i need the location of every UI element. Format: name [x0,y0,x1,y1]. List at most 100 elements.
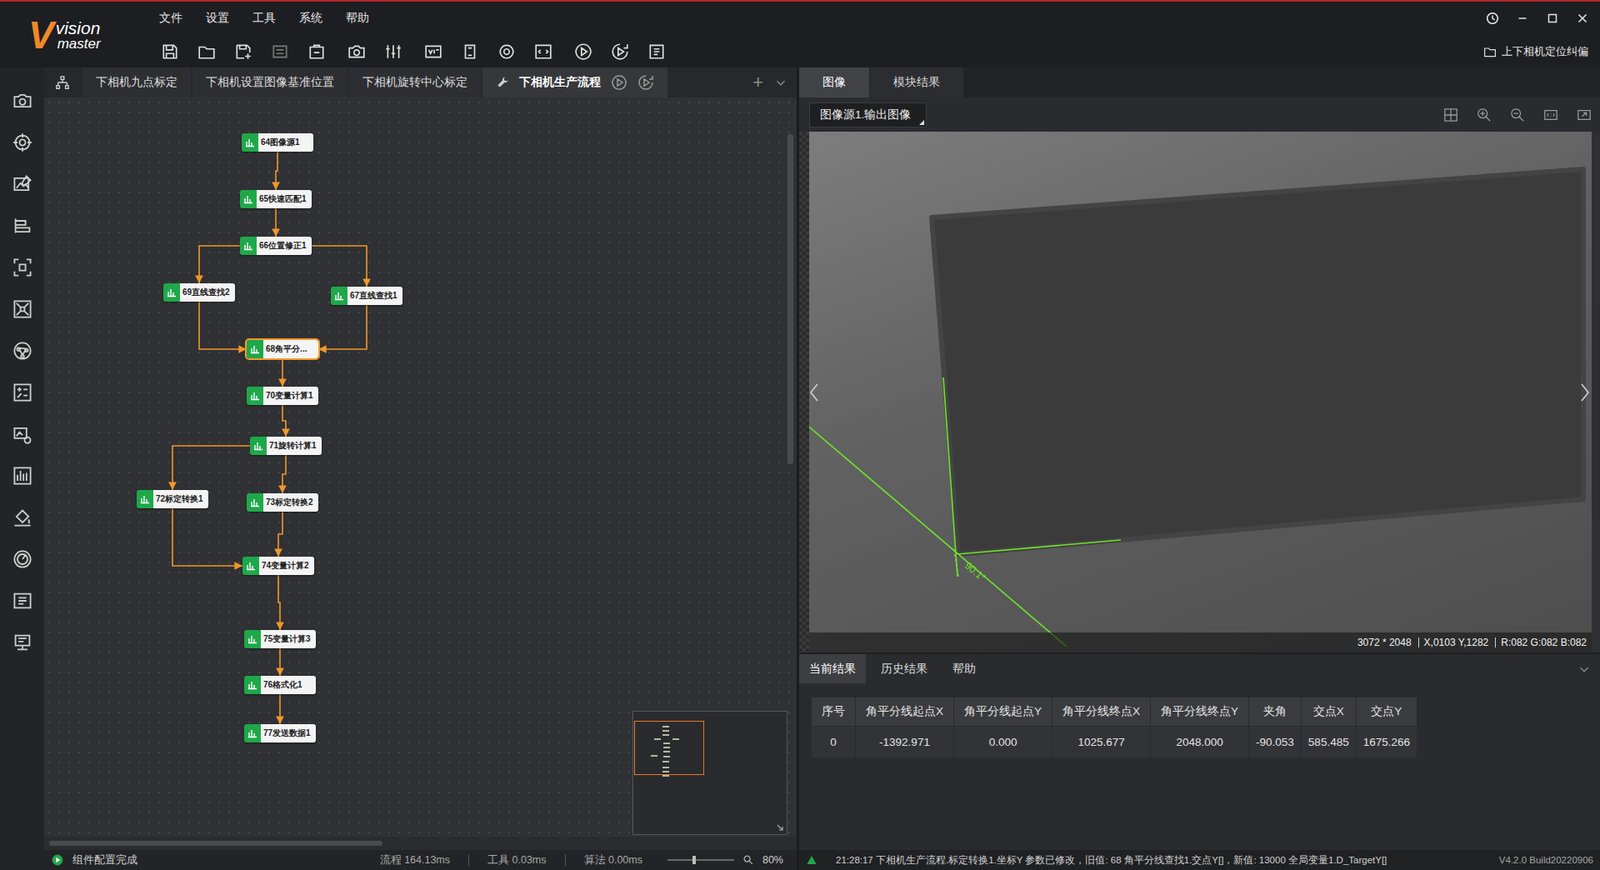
flow-node[interactable]: 64图像源1 [241,133,314,152]
result-table-area: 序号角平分线起点X角平分线起点Y角平分线终点X角平分线终点Y夹角交点X交点Y0-… [799,683,1600,850]
column-header[interactable]: 序号 [811,697,856,727]
flow-node[interactable]: 77发送数据1 [244,724,316,743]
flow-node[interactable]: 65快速匹配1 [240,190,312,209]
open-folder-icon[interactable] [197,42,216,61]
run-loop-icon[interactable] [637,74,655,91]
next-image-icon[interactable] [1580,382,1590,403]
table-row[interactable]: 0-1392.9710.0001025.6772048.000-90.05358… [811,726,1418,759]
project-name[interactable]: 上下相机定位纠偏 [1483,44,1600,60]
column-header[interactable]: 交点Y [1355,697,1417,727]
pattern-icon[interactable] [12,299,33,320]
flow-tab[interactable]: 下相机九点标定 [82,67,191,98]
run-once-icon[interactable] [574,42,593,61]
minimap[interactable] [632,710,788,835]
menu-item[interactable]: 设置 [205,10,230,26]
wrench-icon[interactable] [495,75,510,90]
sliders-icon[interactable] [12,632,33,653]
view-tab[interactable]: 图像 [799,67,870,98]
column-header[interactable]: 夹角 [1249,697,1302,727]
image-edit-icon[interactable] [12,174,33,195]
flow-node[interactable]: 68角平分... [246,340,319,359]
hierarchy-icon[interactable] [55,75,70,90]
flow-tab[interactable]: 下相机旋转中心标定 [349,67,481,98]
column-header[interactable]: 交点X [1300,697,1356,727]
script-icon[interactable] [534,42,553,61]
menu-item[interactable]: 工具 [252,10,276,26]
paint-bucket-icon[interactable] [12,507,33,528]
variable-icon[interactable] [424,42,443,61]
save-as-icon[interactable] [234,42,253,61]
flow-node[interactable]: 74变量计算2 [242,556,315,575]
column-header[interactable]: 角平分线终点Y [1150,697,1250,727]
form-icon[interactable] [647,42,666,61]
node-icon [247,634,258,645]
flow-edge [172,508,243,566]
result-tab[interactable]: 历史结果 [870,654,938,684]
menu-item[interactable]: 帮助 [345,10,370,26]
list-icon[interactable] [12,215,33,236]
fit-view-icon[interactable] [1443,107,1459,123]
zoom-slider[interactable] [667,855,735,865]
flow-node[interactable]: 72标定转换1 [136,490,209,509]
clock-icon[interactable] [1485,10,1500,26]
flow-tab[interactable]: 下相机生产流程 [482,67,668,98]
flow-node[interactable]: 76格式化1 [244,675,316,695]
flow-node[interactable]: 71旋转计算1 [250,436,322,455]
add-flow-button[interactable]: + [747,71,769,94]
zoom-in-icon[interactable] [1476,107,1492,123]
load-icon[interactable] [270,42,290,61]
chevron-down-icon[interactable] [773,75,789,90]
flow-canvas[interactable]: 64图像源1 65快速匹配1 66位置修正1 69直线查找2 67直线查找1 68角平分.… [44,97,797,837]
camera-image[interactable]: 90.1°3072 * 2048X,0103 Y,1282R:082 G:082… [809,131,1592,653]
node-icon [253,440,264,451]
view-tab[interactable]: 模块结果 [870,67,964,98]
previous-image-icon[interactable] [809,382,820,403]
result-tab[interactable]: 当前结果 [799,654,866,684]
camera-icon[interactable] [347,42,366,61]
image-source-select[interactable]: 图像源1.输出图像 [809,102,927,128]
flow-node[interactable]: 75变量计算3 [244,630,316,649]
result-tab[interactable]: 帮助 [942,654,986,684]
chart-icon[interactable] [12,465,33,486]
flow-node[interactable]: 70变量计算1 [246,386,319,405]
control-panel-icon[interactable] [384,42,403,61]
collapse-icon[interactable] [1576,661,1592,677]
focus-box-icon[interactable] [12,257,33,278]
flow-node[interactable]: 69直线查找2 [163,283,235,302]
device-icon[interactable] [460,42,480,61]
menu-item[interactable]: 系统 [299,10,323,26]
run-loop-icon[interactable] [610,42,630,61]
maximize-icon[interactable] [1545,10,1560,26]
image-settings-icon[interactable] [12,424,33,445]
close-icon[interactable] [1575,10,1590,26]
log-status-icon [805,854,818,866]
column-header[interactable]: 角平分线起点Y [954,697,1053,727]
dial-icon[interactable] [12,549,33,570]
flow-node[interactable]: 73标定转换2 [246,493,319,512]
communication-icon[interactable] [497,42,516,61]
pixel-rgb: R:082 G:082 B:082 [1495,637,1587,648]
fullscreen-icon[interactable] [1576,107,1592,123]
calculator-icon[interactable] [12,382,33,403]
minimize-icon[interactable] [1515,10,1530,26]
algorithm-time: 算法 0.00ms [584,853,643,868]
zoom-out-icon[interactable] [1510,107,1525,123]
resize-icon[interactable] [775,823,785,832]
horizontal-scrollbar[interactable] [49,840,383,846]
vertical-scrollbar[interactable] [787,134,794,465]
save-icon[interactable] [160,42,180,61]
column-header[interactable]: 角平分线起点X [855,697,955,727]
network-icon[interactable] [12,340,33,361]
run-once-icon[interactable] [610,74,628,91]
actual-size-icon[interactable] [1543,107,1559,123]
logic-icon[interactable] [12,590,33,611]
flow-tab[interactable]: 下相机设置图像基准位置 [192,67,348,98]
flow-node[interactable]: 66位置修正1 [240,236,312,255]
flow-node[interactable]: 67直线查找1 [330,286,403,305]
cursor-position: X,0103 Y,1282 [1418,637,1490,648]
locate-icon[interactable] [12,132,33,153]
camera-icon[interactable] [12,90,33,111]
menu-item[interactable]: 文件 [159,10,183,26]
column-header[interactable]: 角平分线终点X [1052,697,1151,727]
system-config-icon[interactable] [307,42,326,61]
